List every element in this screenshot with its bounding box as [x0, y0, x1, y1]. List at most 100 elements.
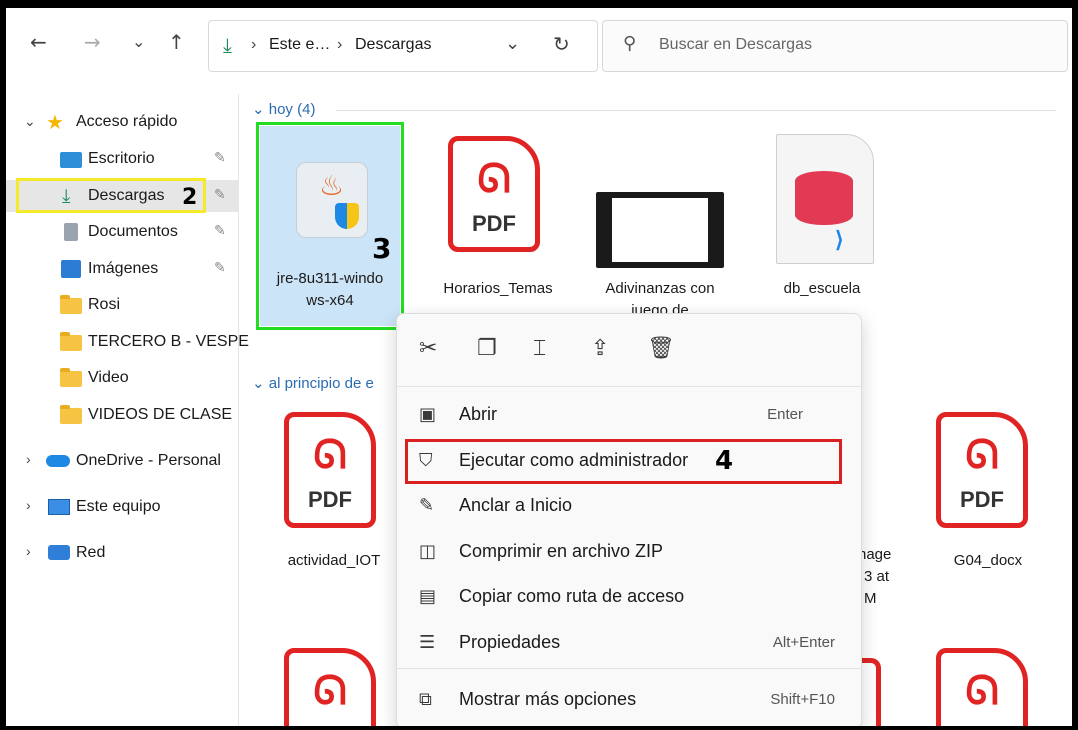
- folder-icon: [60, 332, 82, 351]
- annotation-number: 4: [715, 446, 734, 476]
- download-icon: ⤓: [223, 33, 232, 57]
- open-icon: ▣: [419, 404, 437, 425]
- search-icon: ⚲: [623, 33, 637, 54]
- file-tile-horarios[interactable]: ᘏ PDF Horarios_Temas: [428, 126, 568, 326]
- context-menu: ✂ ❐ ⌶ ⇪ 🗑 ▣ Abrir Enter ⛉ Ejecutar como …: [396, 313, 862, 726]
- properties-icon: ☰: [419, 632, 436, 653]
- sidebar-item-label: Documentos: [88, 223, 178, 240]
- file-tile-db-escuela[interactable]: ⟩ db_escuela: [752, 126, 892, 326]
- menu-separator: [397, 386, 861, 387]
- file-tile-adivinanzas[interactable]: Adivinanzas con juego de: [590, 126, 730, 326]
- search-box[interactable]: ⚲ Buscar en Descargas: [602, 20, 1068, 72]
- computer-icon: [48, 499, 70, 515]
- menu-item-copy-path[interactable]: ▤ Copiar como ruta de acceso: [405, 576, 853, 616]
- back-button[interactable]: ←: [30, 30, 47, 54]
- chevron-right-icon: ›: [337, 36, 343, 53]
- acrobat-icon: ᘏ: [965, 431, 999, 478]
- pane-divider: [238, 94, 239, 726]
- acrobat-icon: ᘏ: [477, 155, 511, 202]
- highlight-box: [16, 178, 206, 213]
- pin-icon: ✎: [419, 495, 435, 516]
- sidebar-item-documentos[interactable]: Documentos ✎: [6, 216, 238, 248]
- pin-icon: ✎: [214, 223, 226, 239]
- menu-item-pin-to-start[interactable]: ✎ Anclar a Inicio: [405, 485, 853, 525]
- acrobat-icon: ᘏ: [965, 667, 999, 714]
- database-icon: [795, 171, 853, 225]
- more-options-icon: ⧉: [419, 689, 432, 710]
- sidebar-item-rosi[interactable]: Rosi: [6, 289, 238, 321]
- sidebar-item-imagenes[interactable]: Imágenes ✎: [6, 253, 238, 285]
- share-icon[interactable]: ⇪: [591, 336, 609, 361]
- file-tile-actividad-iot[interactable]: ᘏ PDF actividad_IOT: [264, 408, 404, 578]
- pin-icon: ✎: [214, 150, 226, 166]
- zip-icon: ◫: [419, 541, 437, 562]
- sidebar-item-label: Red: [76, 544, 106, 561]
- chevron-down-icon[interactable]: ⌄: [24, 114, 36, 130]
- vscode-icon: ⟩: [835, 227, 844, 252]
- path-icon: ▤: [419, 586, 437, 607]
- file-name: G04_docx: [953, 552, 1023, 569]
- menu-item-properties[interactable]: ☰ Propiedades Alt+Enter: [405, 622, 853, 662]
- pdf-file-icon[interactable]: ᘏ: [284, 648, 376, 726]
- pin-icon: ✎: [214, 260, 226, 276]
- acrobat-icon: ᘏ: [313, 667, 347, 714]
- file-explorer-window: ← → ⌄ ↑ ⤓ › Este e… › Descargas ⌄ ↻ ⚲ Bu…: [6, 8, 1072, 726]
- delete-icon[interactable]: 🗑: [647, 336, 675, 361]
- chevron-right-icon[interactable]: ›: [26, 497, 31, 513]
- address-bar[interactable]: ⤓ › Este e… › Descargas ⌄ ↻: [208, 20, 598, 72]
- cloud-icon: [46, 455, 70, 467]
- forward-button[interactable]: →: [84, 30, 101, 54]
- file-name: Adivinanzas con: [605, 280, 715, 297]
- cut-icon[interactable]: ✂: [419, 336, 437, 361]
- annotation-number: 2: [182, 185, 198, 210]
- sidebar-item-quick-access[interactable]: ⌄ ★ Acceso rápido: [6, 106, 238, 138]
- video-frame: [612, 198, 708, 262]
- breadcrumb-item[interactable]: Este e…: [269, 36, 330, 54]
- group-header-today[interactable]: ⌄ hoy (4): [252, 100, 315, 118]
- file-tile-partial[interactable]: nage 3 at M: [858, 544, 891, 610]
- menu-item-compress-zip[interactable]: ◫ Comprimir en archivo ZIP: [405, 531, 853, 571]
- chevron-down-icon: ⌄: [252, 375, 265, 392]
- file-name: db_escuela: [783, 280, 861, 297]
- pdf-file-icon: ᘏ PDF: [448, 136, 540, 252]
- chevron-right-icon[interactable]: ›: [26, 451, 31, 467]
- up-button[interactable]: ↑: [168, 30, 185, 54]
- menu-item-more-options[interactable]: ⧉ Mostrar más opciones Shift+F10: [405, 679, 853, 719]
- database-file-icon: ⟩: [776, 134, 874, 264]
- chevron-right-icon[interactable]: ›: [26, 543, 31, 559]
- sidebar-item-escritorio[interactable]: Escritorio ✎: [6, 143, 238, 175]
- sidebar-item-label: Este equipo: [76, 498, 161, 515]
- desktop-icon: [60, 152, 82, 168]
- sidebar-item-label: Acceso rápido: [76, 113, 178, 130]
- sidebar-item-este-equipo[interactable]: › Este equipo: [6, 491, 238, 523]
- acrobat-icon: ᘏ: [313, 431, 347, 478]
- menu-item-open[interactable]: ▣ Abrir Enter: [405, 394, 853, 434]
- chevron-down-icon: ⌄: [252, 101, 265, 118]
- sidebar-item-label: VIDEOS DE CLASE: [88, 406, 233, 423]
- file-tile-jre[interactable]: ♨ jre-8u311-windo ws-x64 3: [256, 122, 404, 330]
- group-header-earlier[interactable]: ⌄ al principio de e: [252, 374, 374, 392]
- sidebar-item-label: Video: [88, 369, 129, 386]
- breadcrumb-item[interactable]: Descargas: [355, 36, 431, 54]
- rename-icon[interactable]: ⌶: [533, 336, 546, 361]
- sidebar-item-label: Rosi: [88, 296, 121, 313]
- sidebar-item-videos-de-clase[interactable]: VIDEOS DE CLASE: [6, 399, 238, 431]
- folder-icon: [60, 368, 82, 387]
- copy-icon[interactable]: ❐: [477, 336, 497, 361]
- address-dropdown-icon[interactable]: ⌄: [505, 33, 520, 54]
- document-icon: [64, 223, 78, 241]
- highlight-box: [405, 439, 842, 484]
- search-input[interactable]: Buscar en Descargas: [659, 36, 812, 54]
- sidebar-item-red[interactable]: › Red: [6, 537, 238, 569]
- sidebar-item-video[interactable]: Video: [6, 362, 238, 394]
- sidebar-item-label: TERCERO B - VESPE: [88, 333, 249, 350]
- folder-icon: [60, 295, 82, 314]
- sidebar-item-tercero[interactable]: TERCERO B - VESPE: [6, 326, 249, 358]
- pdf-file-icon[interactable]: ᘏ: [936, 648, 1028, 726]
- file-tile-g04[interactable]: ᘏ PDF G04_docx: [918, 408, 1058, 578]
- navigation-pane: ⌄ ★ Acceso rápido Escritorio ✎ ⤓ Descarg…: [6, 94, 249, 726]
- network-icon: [48, 545, 70, 560]
- refresh-icon[interactable]: ↻: [553, 32, 570, 56]
- sidebar-item-onedrive[interactable]: › OneDrive - Personal: [6, 445, 238, 477]
- recent-locations-button[interactable]: ⌄: [132, 32, 145, 51]
